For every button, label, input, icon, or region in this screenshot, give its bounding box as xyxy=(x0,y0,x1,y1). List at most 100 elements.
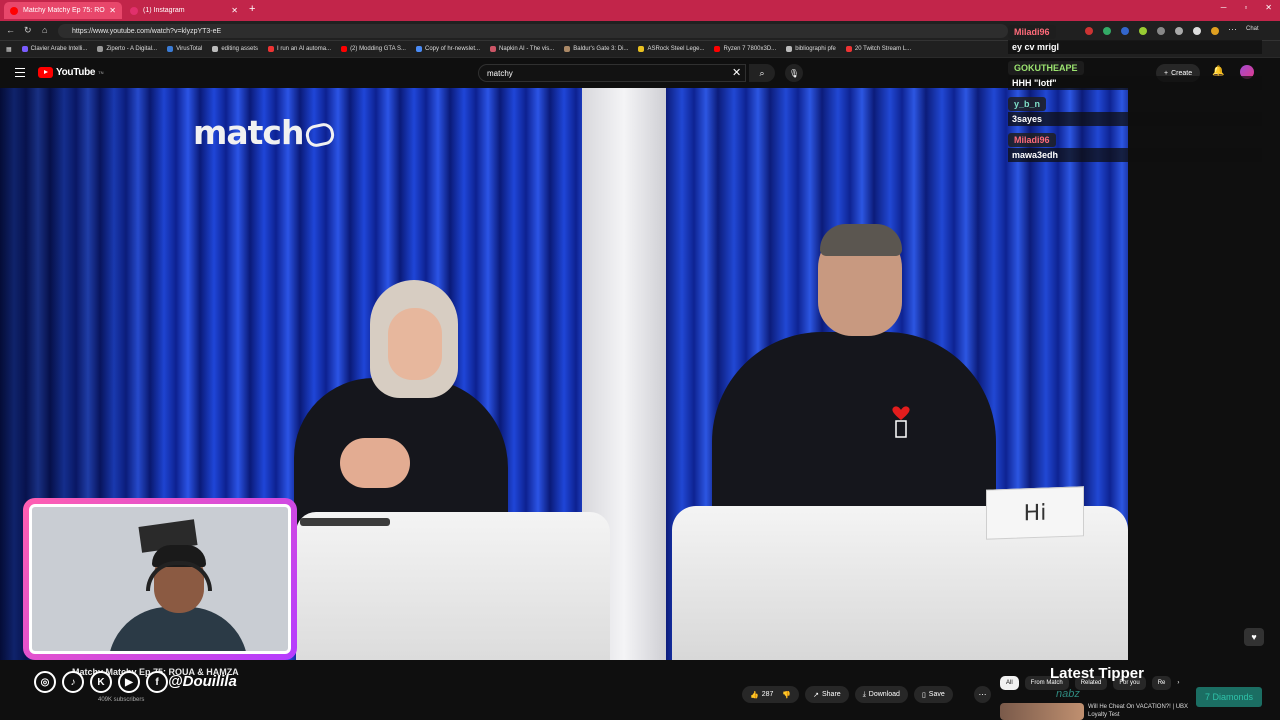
bookmark-icon xyxy=(638,46,645,52)
related-video-thumbnail[interactable] xyxy=(1000,703,1084,720)
chip-all[interactable]: All xyxy=(1000,676,1019,690)
bookmark-apps-icon[interactable]: ▦ xyxy=(6,46,12,53)
chat-message: Miladi96 mawa3edh xyxy=(1008,130,1264,162)
tiktok-icon: ♪ xyxy=(62,671,84,693)
bookmark-label: Napkin AI - The vis... xyxy=(499,46,555,52)
bookmark-label: Ryzen 7 7800x3D... xyxy=(723,46,777,52)
handshake-icon xyxy=(304,120,337,149)
share-label: Share xyxy=(822,691,841,698)
man-hair xyxy=(820,224,902,256)
youtube-play-icon xyxy=(38,67,53,78)
doc-icon xyxy=(415,46,422,52)
name-card: Hi xyxy=(986,486,1084,540)
bookmark[interactable]: ASRock Steel Lege... xyxy=(638,46,704,52)
minimize-icon[interactable]: ─ xyxy=(1221,3,1227,12)
bookmark-label: 20 Twitch Stream L... xyxy=(854,46,912,52)
folder-icon xyxy=(786,46,793,52)
man-body xyxy=(712,332,996,528)
bookmark-icon xyxy=(97,46,104,52)
thumbs-down-icon[interactable]: 👎 xyxy=(782,691,791,699)
latest-tipper-name: nabz xyxy=(1056,688,1080,700)
bookmark[interactable]: Ryzen 7 7800x3D... xyxy=(714,46,776,52)
menu-icon[interactable] xyxy=(15,68,25,77)
bookmark-label: (2) Modding GTA S... xyxy=(350,46,406,52)
back-icon[interactable]: ← xyxy=(6,25,15,35)
streamer-handle: @Douilila xyxy=(168,673,237,690)
chat-text: ey cv mrigl xyxy=(1008,40,1262,54)
bookmark[interactable]: (2) Modding GTA S... xyxy=(341,46,406,52)
tab-youtube[interactable]: Matchy Matchy Ep 75: RO ✕ xyxy=(4,2,122,19)
browser-tab-bar: Matchy Matchy Ep 75: RO ✕ (1) Instagram … xyxy=(0,0,1280,21)
webcam-feed xyxy=(29,504,291,654)
chat-username: Miladi96 xyxy=(1008,25,1056,39)
youtube-favicon-icon xyxy=(10,6,18,15)
save-button[interactable]: ▯ Save xyxy=(913,686,953,703)
streamer-body xyxy=(108,607,248,651)
bookmark-icon xyxy=(845,46,852,52)
search-input[interactable]: matchy xyxy=(478,64,746,82)
chat-text: HHH "lotf" xyxy=(1008,76,1262,90)
instagram-icon: ◎ xyxy=(34,671,56,693)
chat-message: GOKUTHEAPE HHH "lotf" xyxy=(1008,58,1264,90)
youtube-icon xyxy=(714,46,721,52)
close-window-icon[interactable]: ✕ xyxy=(1265,3,1272,12)
bookmark-icon xyxy=(490,46,497,52)
reload-icon[interactable]: ↻ xyxy=(24,25,32,36)
related-video-title[interactable]: Will He Cheat On VACATION?! | UBX Loyalt… xyxy=(1088,703,1198,719)
bookmark[interactable]: Ziperto - A Digital... xyxy=(97,46,157,52)
chevron-right-icon[interactable]: › xyxy=(1177,680,1179,686)
facebook-icon: f xyxy=(146,671,168,693)
chat-username: GOKUTHEAPE xyxy=(1008,61,1084,75)
bookmark[interactable]: 20 Twitch Stream L... xyxy=(845,46,912,52)
search-icon: ⌕ xyxy=(759,67,765,78)
home-icon[interactable]: ⌂ xyxy=(42,25,47,35)
download-label: Download xyxy=(868,691,900,698)
search-button[interactable]: ⌕ xyxy=(749,64,775,82)
table-left xyxy=(296,512,610,660)
bookmark[interactable]: Clavier Arabe Intelli... xyxy=(21,46,87,52)
tab-title: Matchy Matchy Ep 75: RO xyxy=(23,7,105,14)
bookmark-folder[interactable]: bibliographi pfe xyxy=(786,46,836,52)
like-count: 287 xyxy=(761,691,774,698)
window-controls: ─ ▫ ✕ xyxy=(1221,3,1272,12)
more-actions-icon[interactable]: ⋯ xyxy=(974,686,991,703)
clear-search-icon[interactable]: ✕ xyxy=(732,66,741,79)
bookmark[interactable]: VirusTotal xyxy=(167,46,202,52)
bookmark-folder[interactable]: editing assets xyxy=(212,46,258,52)
folder-icon xyxy=(212,46,219,52)
download-button[interactable]: ⤓ Download xyxy=(854,686,908,703)
bookmark[interactable]: Copy of hr-newslet... xyxy=(415,46,480,52)
close-tab-icon[interactable]: ✕ xyxy=(109,6,116,15)
bookmark-icon xyxy=(167,46,174,52)
save-label: Save xyxy=(928,691,945,698)
voice-search-icon[interactable]: 🎙 xyxy=(785,64,803,82)
thumbs-up-icon: 👍 xyxy=(750,691,759,699)
bookmark[interactable]: Napkin AI - The vis... xyxy=(490,46,554,52)
bookmark-label: bibliographi pfe xyxy=(795,46,836,52)
subscriber-count: 409K subscribers xyxy=(98,697,145,703)
chat-text: mawa3edh xyxy=(1008,148,1262,162)
bookmark-label: ASRock Steel Lege... xyxy=(647,46,705,52)
share-button[interactable]: ↗ Share xyxy=(805,686,849,703)
bookmark-icon: ▯ xyxy=(921,691,926,699)
new-tab-icon[interactable]: + xyxy=(249,3,255,15)
chat-message: Miladi96 ey cv mrigl xyxy=(1008,22,1264,54)
kick-icon: K xyxy=(90,671,112,693)
chip-more[interactable]: Re xyxy=(1151,676,1172,690)
like-button[interactable]: 👍 287 👎 xyxy=(742,686,800,703)
youtube-logo[interactable]: YouTube TN xyxy=(38,67,104,78)
maximize-icon[interactable]: ▫ xyxy=(1244,3,1247,12)
url-field[interactable]: https://www.youtube.com/watch?v=klyzpYT3… xyxy=(58,24,1008,38)
bookmark[interactable]: Baldur's Gate 3: Di... xyxy=(564,46,628,52)
bookmark[interactable]: I run an AI automa... xyxy=(268,46,331,52)
chat-message: y_b_n 3sayes xyxy=(1008,94,1264,126)
tab-instagram[interactable]: (1) Instagram ✕ xyxy=(124,2,244,19)
close-tab-icon[interactable]: ✕ xyxy=(231,6,238,15)
bookmark-label: Baldur's Gate 3: Di... xyxy=(573,46,629,52)
bookmark-label: I run an AI automa... xyxy=(277,46,332,52)
bookmark-icon xyxy=(21,46,28,52)
channel-watermark-icon[interactable]: ♥ xyxy=(1244,628,1264,646)
bookmark-label: editing assets xyxy=(221,46,259,52)
latest-tipper-amount: 7 Diamonds xyxy=(1196,687,1262,707)
woman-face xyxy=(388,308,442,380)
